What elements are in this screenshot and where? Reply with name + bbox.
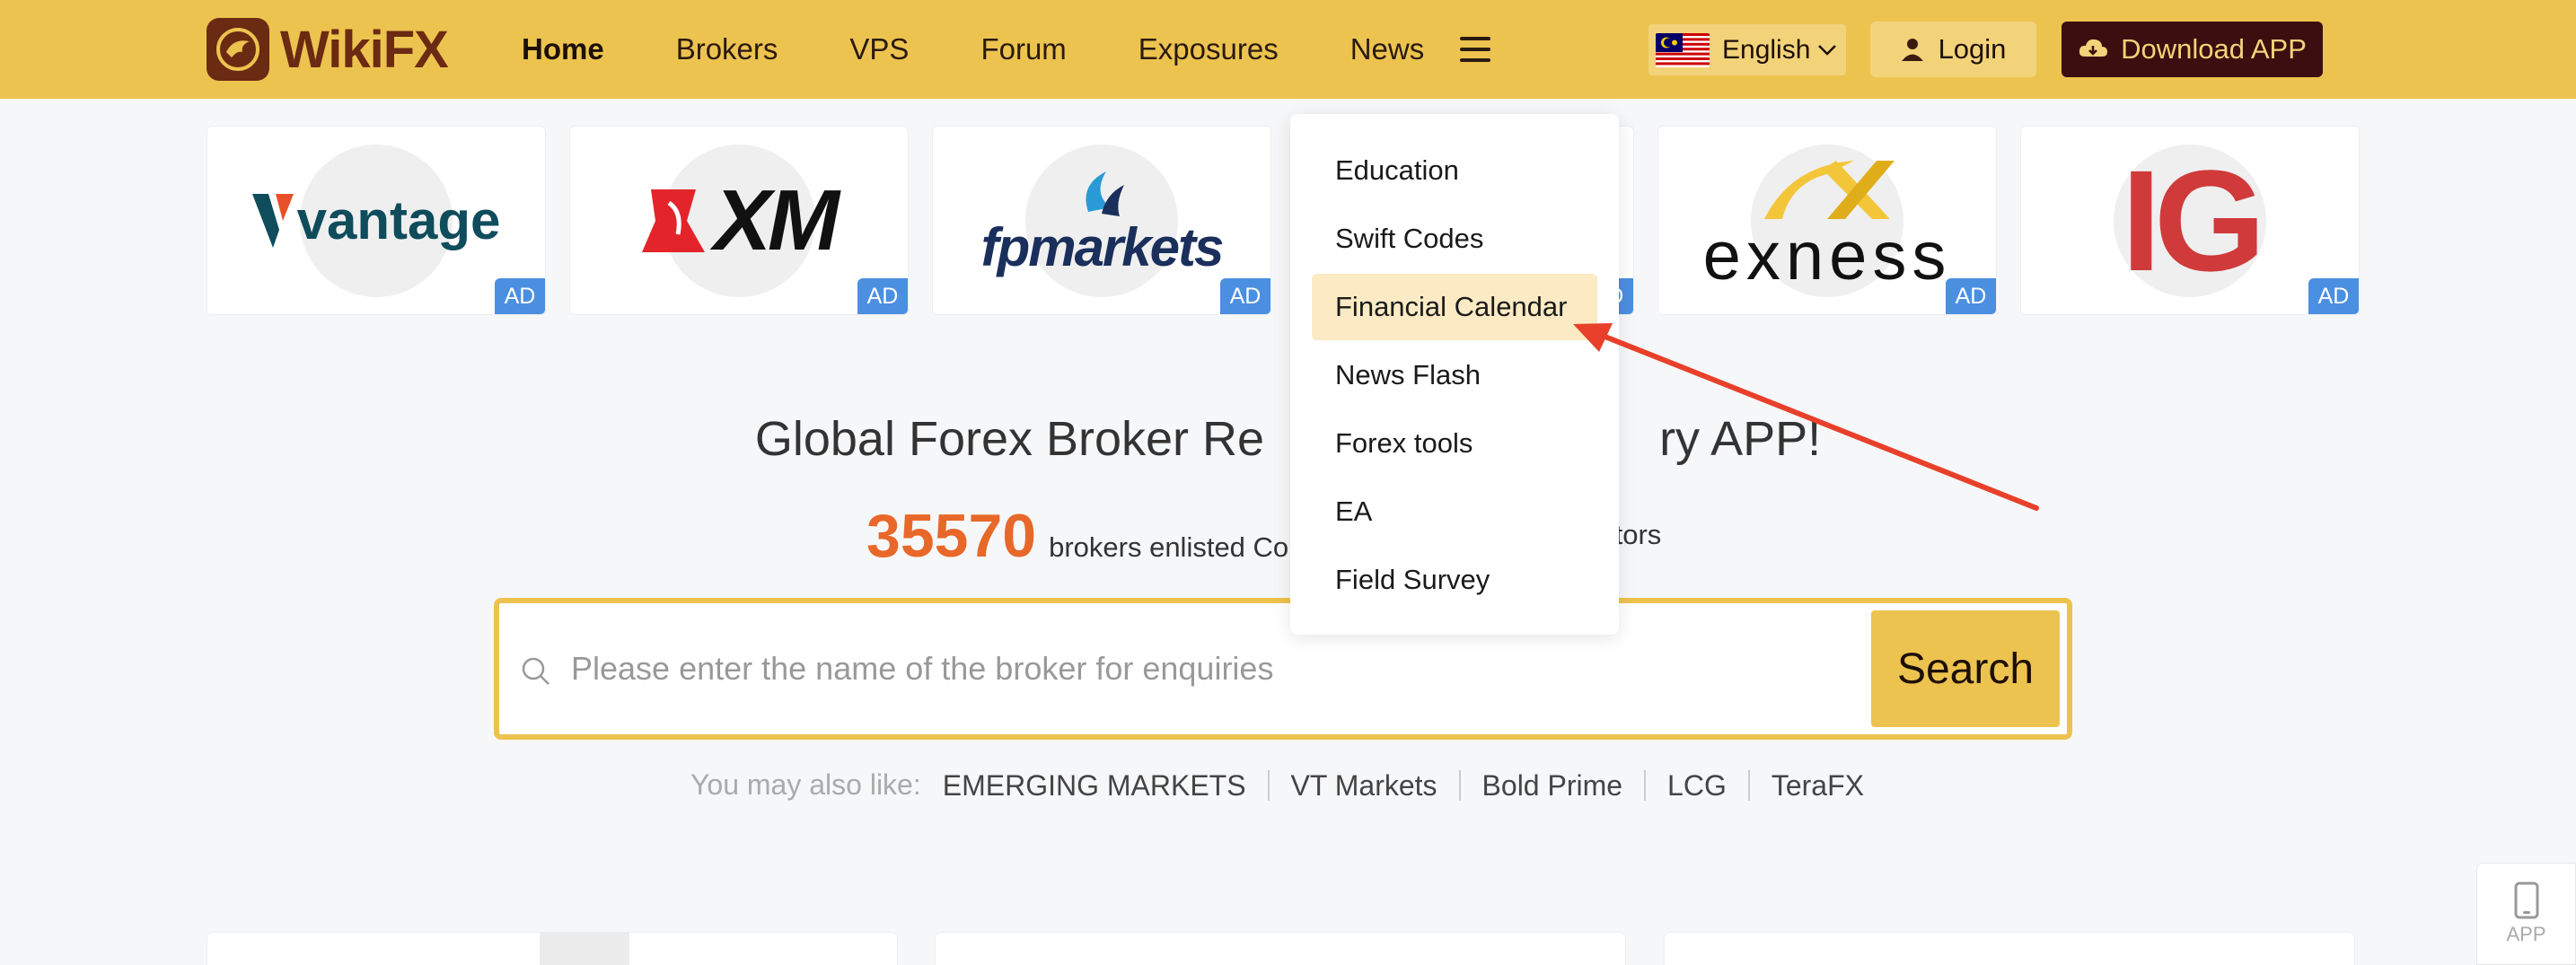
bottom-card — [1664, 932, 2355, 965]
nav-forum[interactable]: Forum — [980, 32, 1066, 66]
login-button[interactable]: Login — [1870, 22, 2036, 77]
download-app-label: Download APP — [2121, 33, 2307, 65]
phone-icon — [2514, 882, 2538, 919]
ad-brand-name: IG — [2121, 139, 2266, 301]
ad-badge: AD — [2308, 278, 2359, 314]
suggestions-bar: You may also like: EMERGING MARKETS VT M… — [0, 768, 2576, 802]
news-dropdown-menu: Education Swift Codes Financial Calendar… — [1290, 114, 1619, 635]
ad-card-ig[interactable]: IG AD — [2020, 126, 2360, 315]
chevron-down-icon — [1818, 44, 1837, 56]
broker-count-text: brokers enlisted Co — [1049, 531, 1289, 563]
ad-card-xm[interactable]: XM AD — [569, 126, 909, 315]
hamburger-menu-icon[interactable] — [1460, 37, 1491, 62]
ad-badge: AD — [495, 278, 545, 314]
nav-brokers[interactable]: Brokers — [676, 32, 778, 66]
download-app-button[interactable]: Download APP — [2062, 22, 2323, 77]
ad-card-exness[interactable]: exness AD — [1657, 126, 1997, 315]
bottom-card — [207, 932, 898, 965]
broker-search-input[interactable] — [571, 630, 1900, 707]
menu-item-education[interactable]: Education — [1312, 137, 1597, 204]
suggestion-link[interactable]: EMERGING MARKETS — [943, 770, 1268, 801]
language-label: English — [1722, 34, 1811, 65]
ad-card-vantage[interactable]: vantage AD — [207, 126, 546, 315]
xm-logo-icon — [642, 189, 705, 252]
floating-app-button[interactable]: APP — [2476, 863, 2576, 965]
exness-logo-icon — [1764, 160, 1895, 219]
hero-title-left: Global Forex Broker Re — [754, 412, 1265, 466]
broker-count: 35570 — [866, 502, 1037, 570]
ad-brand-name: exness — [1702, 217, 1952, 294]
ad-badge: AD — [1946, 278, 1996, 314]
ad-brand-name: XM — [714, 171, 840, 268]
ad-brand-name: vantage — [296, 190, 501, 250]
main-nav: Home Brokers VPS Forum Exposures News — [522, 0, 1491, 99]
menu-item-news-flash[interactable]: News Flash — [1312, 342, 1597, 408]
nav-home[interactable]: Home — [522, 32, 604, 66]
menu-item-financial-calendar[interactable]: Financial Calendar — [1312, 274, 1597, 340]
hero-title: Global Forex Broker Re ry APP! — [0, 411, 2576, 467]
suggestion-link[interactable]: LCG — [1644, 769, 1748, 801]
suggestion-link[interactable]: Bold Prime — [1458, 769, 1645, 801]
menu-item-ea[interactable]: EA — [1312, 478, 1597, 545]
suggestions-label: You may also like: — [690, 768, 921, 801]
bottom-card — [935, 932, 1626, 965]
menu-item-field-survey[interactable]: Field Survey — [1312, 547, 1597, 613]
login-label: Login — [1938, 33, 2007, 65]
vantage-logo-icon — [251, 193, 294, 248]
ad-badge: AD — [857, 278, 908, 314]
malaysia-flag-icon — [1656, 32, 1710, 67]
cloud-download-icon — [2079, 39, 2108, 57]
language-selector[interactable]: English — [1648, 24, 1846, 75]
menu-item-swift-codes[interactable]: Swift Codes — [1312, 206, 1597, 272]
nav-vps[interactable]: VPS — [849, 32, 909, 66]
search-icon — [522, 657, 549, 685]
broker-search-box: Search — [494, 598, 2072, 740]
ad-badge: AD — [1220, 278, 1270, 314]
eagle-logo-icon — [207, 18, 269, 81]
nav-exposures[interactable]: Exposures — [1139, 32, 1279, 66]
suggestion-link[interactable]: TeraFX — [1747, 769, 1886, 801]
user-icon — [1901, 39, 1923, 61]
ad-brand-name: fpmarkets — [980, 216, 1225, 277]
logo-text: WikiFX — [280, 20, 449, 79]
fpmarkets-swoosh-icon — [1086, 171, 1124, 216]
nav-news[interactable]: News — [1350, 32, 1425, 66]
top-header: WikiFX Home Brokers VPS Forum Exposures … — [0, 0, 2576, 99]
search-button[interactable]: Search — [1871, 610, 2060, 727]
app-float-label: APP — [2506, 923, 2546, 945]
hero-title-right: ry APP! — [1659, 412, 1822, 466]
broker-count-line: 35570 brokers enlisted Co — [866, 501, 1288, 571]
menu-item-forex-tools[interactable]: Forex tools — [1312, 410, 1597, 477]
ad-card-fpmarkets[interactable]: fpmarkets AD — [932, 126, 1271, 315]
wikifx-logo[interactable]: WikiFX — [207, 18, 449, 81]
suggestion-link[interactable]: VT Markets — [1267, 769, 1459, 801]
